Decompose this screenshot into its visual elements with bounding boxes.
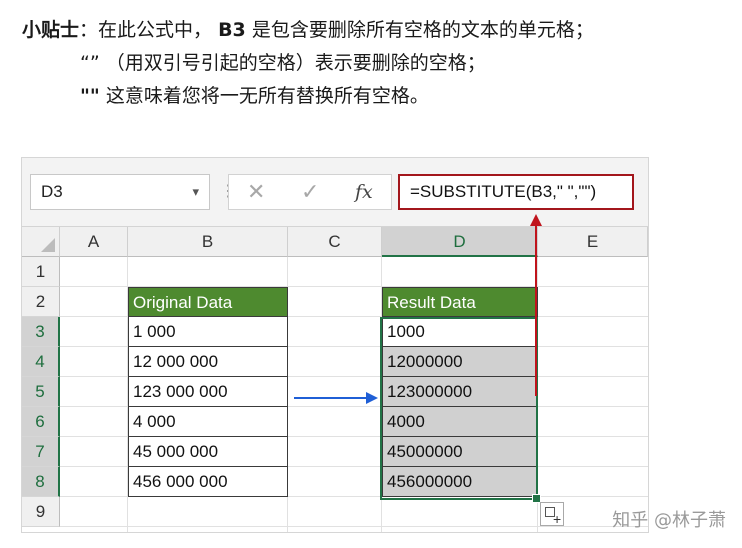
original-cell[interactable]: 12 000 000: [128, 347, 288, 377]
column-header-c[interactable]: C: [288, 227, 382, 257]
result-cell[interactable]: 123000000: [382, 377, 538, 407]
watermark: 知乎 @林子萧: [612, 510, 726, 531]
quick-analysis-icon[interactable]: +: [540, 502, 564, 526]
tip-line-2: “” （用双引号引起的空格）表示要删除的空格；: [80, 52, 486, 74]
result-data-header[interactable]: Result Data: [382, 287, 538, 317]
tip-block: 小贴士：在此公式中， B3 是包含要删除所有空格的文本的单元格； “” （用双引…: [22, 14, 732, 113]
tip-line-1: 小贴士：在此公式中， B3 是包含要删除所有空格的文本的单元格；: [22, 19, 594, 41]
formula-input[interactable]: =SUBSTITUTE(B3," ",""): [398, 174, 634, 210]
row-header-2[interactable]: 2: [22, 287, 60, 317]
name-box[interactable]: D3 ▾: [30, 174, 210, 210]
select-all-corner[interactable]: [22, 227, 60, 257]
formula-buttons: ✕ ✓ fx: [228, 174, 392, 210]
column-header-d[interactable]: D: [382, 227, 538, 257]
original-cell[interactable]: 45 000 000: [128, 437, 288, 467]
original-data-header[interactable]: Original Data: [128, 287, 288, 317]
chevron-down-icon[interactable]: ▾: [192, 175, 199, 209]
formula-bar: D3 ▾ ⋮ ✕ ✓ fx =SUBSTITUTE(B3," ",""): [22, 158, 648, 227]
result-cell[interactable]: 45000000: [382, 437, 538, 467]
tip-title: 小贴士: [22, 19, 80, 41]
column-header-b[interactable]: B: [128, 227, 288, 257]
cancel-icon[interactable]: ✕: [247, 177, 265, 207]
row-header-5[interactable]: 5: [22, 377, 60, 407]
excel-window: D3 ▾ ⋮ ✕ ✓ fx =SUBSTITUTE(B3," ","") A B…: [22, 158, 648, 532]
arrow-up-icon: [530, 214, 542, 396]
row-header-4[interactable]: 4: [22, 347, 60, 377]
insert-function-icon[interactable]: fx: [355, 177, 373, 207]
check-icon[interactable]: ✓: [301, 177, 319, 207]
tip-line-3: "" 这意味着您将一无所有替换所有空格。: [80, 85, 429, 107]
row-header-6[interactable]: 6: [22, 407, 60, 437]
row-header-9[interactable]: 9: [22, 497, 60, 527]
original-cell[interactable]: 4 000: [128, 407, 288, 437]
column-header-a[interactable]: A: [60, 227, 128, 257]
row-header-1[interactable]: 1: [22, 257, 60, 287]
arrow-right-icon: [294, 392, 378, 404]
column-header-e[interactable]: E: [538, 227, 648, 257]
row-header-3[interactable]: 3: [22, 317, 60, 347]
result-cell[interactable]: 456000000: [382, 467, 538, 497]
result-cell[interactable]: 4000: [382, 407, 538, 437]
original-cell[interactable]: 123 000 000: [128, 377, 288, 407]
original-cell[interactable]: 456 000 000: [128, 467, 288, 497]
result-cell-active[interactable]: 1000: [382, 317, 538, 347]
result-cell[interactable]: 12000000: [382, 347, 538, 377]
cell-ref: B3: [218, 19, 246, 41]
empty-quotes: "": [80, 85, 100, 107]
row-header-8[interactable]: 8: [22, 467, 60, 497]
original-cell[interactable]: 1 000: [128, 317, 288, 347]
row-header-7[interactable]: 7: [22, 437, 60, 467]
